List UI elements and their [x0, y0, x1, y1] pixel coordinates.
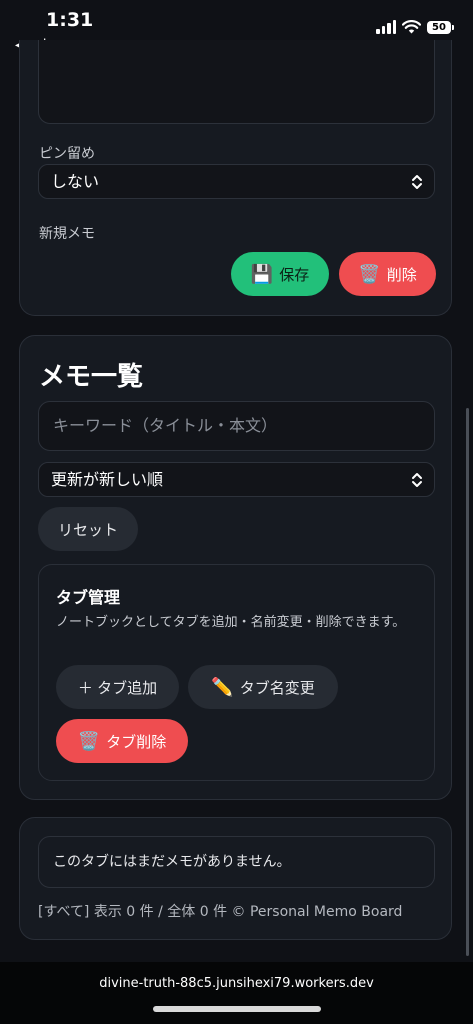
new-memo-label: 新規メモ — [39, 226, 95, 242]
chevron-up-down-icon — [412, 175, 422, 189]
floppy-disk-icon: 💾 — [250, 263, 274, 284]
cellular-signal-icon — [376, 20, 396, 34]
rename-tab-label: タブ名変更 — [239, 679, 315, 697]
memo-editor-card: ピン留め しない 新規メモ 💾 保存 🗑️ 削除 — [19, 40, 452, 316]
chevron-up-down-icon — [412, 473, 422, 487]
tab-management-panel: タブ管理 ノートブックとしてタブを追加・名前変更・削除できます。 ＋ タブ追加 … — [38, 564, 435, 781]
sort-select-value: 更新が新しい順 — [51, 470, 164, 489]
home-indicator[interactable] — [153, 1006, 321, 1012]
sort-select[interactable]: 更新が新しい順 — [38, 462, 435, 497]
delete-tab-label: タブ削除 — [106, 733, 167, 751]
pin-label: ピン留め — [39, 146, 95, 162]
delete-button[interactable]: 🗑️ 削除 — [339, 252, 436, 296]
status-time: 1:31 — [46, 9, 94, 31]
tab-management-title: タブ管理 — [56, 588, 121, 607]
browser-bottom-bar: divine-truth-88c5.junsihexi79.workers.de… — [0, 962, 473, 1024]
empty-state-message: このタブにはまだメモがありません。 — [38, 836, 435, 888]
save-button[interactable]: 💾 保存 — [231, 252, 329, 296]
page-scrollbar[interactable] — [466, 408, 469, 956]
footer-count-text: [すべて] 表示 0 件 / 全体 0 件 © Personal Memo Bo… — [38, 904, 403, 920]
delete-button-label: 削除 — [386, 266, 417, 284]
add-tab-button[interactable]: ＋ タブ追加 — [56, 665, 179, 709]
tab-management-description: ノートブックとしてタブを追加・名前変更・削除できます。 — [56, 615, 406, 630]
wifi-icon — [402, 20, 421, 34]
keyword-search-input[interactable]: キーワード（タイトル・本文） — [38, 401, 435, 451]
memo-list-card: メモ一覧 キーワード（タイトル・本文） 更新が新しい順 リセット タブ管理 ノー… — [19, 335, 452, 800]
trash-can-icon: 🗑️ — [358, 263, 381, 284]
memo-items-card: このタブにはまだメモがありません。 [すべて] 表示 0 件 / 全体 0 件 … — [19, 817, 452, 940]
screen: 1:31 ◀note 50 ピン留め しない 新規メモ — [0, 0, 473, 1024]
reset-button[interactable]: リセット — [38, 507, 138, 551]
pencil-icon: ✏️ — [211, 676, 234, 697]
pin-select[interactable]: しない — [38, 164, 435, 199]
trash-can-icon: 🗑️ — [77, 730, 101, 751]
pin-select-value: しない — [51, 172, 100, 191]
save-button-label: 保存 — [279, 266, 310, 284]
delete-tab-button[interactable]: 🗑️ タブ削除 — [56, 719, 188, 763]
status-icons: 50 — [376, 20, 454, 34]
address-bar-url[interactable]: divine-truth-88c5.junsihexi79.workers.de… — [0, 976, 473, 991]
rename-tab-button[interactable]: ✏️ タブ名変更 — [188, 665, 338, 709]
memo-body-textarea[interactable] — [38, 40, 435, 124]
battery-icon: 50 — [427, 20, 454, 34]
memo-list-title: メモ一覧 — [39, 362, 144, 392]
